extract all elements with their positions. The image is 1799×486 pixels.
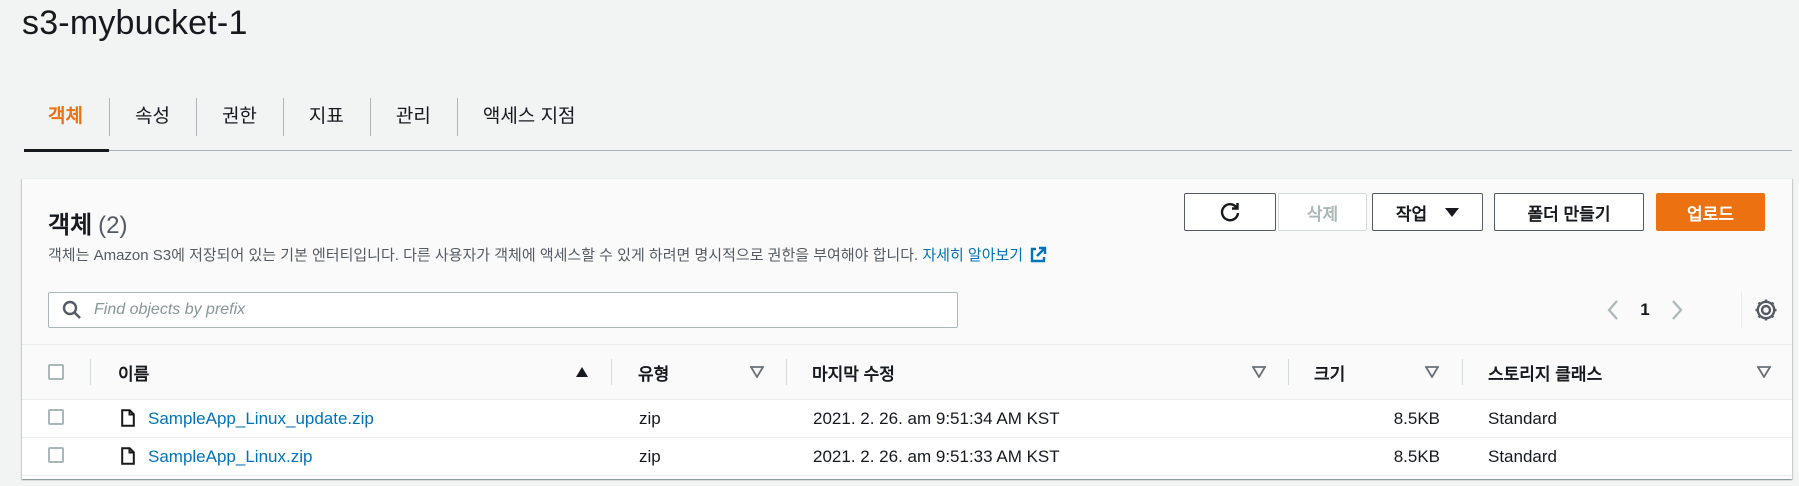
tab-access-points[interactable]: 액세스 지점 [456, 90, 602, 150]
sort-ascending-icon[interactable] [575, 366, 589, 378]
search-input[interactable] [92, 300, 896, 320]
object-size: 8.5KB [1393, 446, 1440, 466]
actions-button-label: 작업 [1395, 204, 1428, 224]
object-last-modified: 2021. 2. 26. am 9:51:33 AM KST [813, 446, 1060, 466]
column-header-storage-class[interactable]: 스토리지 클래스 [1488, 345, 1602, 399]
column-header-name[interactable]: 이름 [118, 345, 149, 399]
pager-divider [1741, 292, 1742, 328]
column-divider [1462, 359, 1463, 385]
current-page-number[interactable]: 1 [1626, 300, 1664, 320]
chevron-left-icon [1607, 300, 1618, 320]
gear-icon[interactable] [1752, 296, 1780, 324]
file-icon [121, 409, 135, 427]
column-divider [1288, 359, 1289, 385]
refresh-icon [1220, 203, 1240, 222]
objects-count: (2) [98, 212, 128, 239]
object-name-link[interactable]: SampleApp_Linux.zip [148, 438, 312, 475]
column-header-size-label: 크기 [1314, 364, 1346, 384]
refresh-button[interactable] [1184, 193, 1276, 231]
sort-descending-icon[interactable] [1757, 366, 1771, 378]
column-header-storage-class-label: 스토리지 클래스 [1488, 364, 1603, 384]
chevron-right-icon [1672, 300, 1683, 320]
row-checkbox[interactable] [48, 447, 64, 463]
upload-button[interactable]: 업로드 [1656, 193, 1765, 231]
pagination: 1 [1600, 292, 1690, 328]
column-header-last-modified[interactable]: 마지막 수정 [812, 345, 895, 399]
tab-metrics[interactable]: 지표 [282, 90, 370, 150]
objects-panel-title: 객체 (2) [48, 205, 128, 240]
create-folder-button[interactable]: 폴더 만들기 [1494, 193, 1644, 231]
objects-table: 이름 유형 마지막 수정 크기 스토리지 클래스 SampleApp_Linux… [22, 344, 1792, 476]
object-storage-class: Standard [1488, 408, 1557, 428]
tab-permissions[interactable]: 권한 [195, 90, 283, 150]
delete-button-label: 삭제 [1306, 204, 1339, 224]
learn-more-label: 자세히 알아보기 [922, 247, 1024, 264]
tab-properties-label: 속성 [134, 105, 170, 127]
object-storage-class: Standard [1488, 446, 1557, 466]
page-title: s3-mybucket-1 [22, 4, 248, 42]
create-folder-label: 폴더 만들기 [1527, 204, 1611, 224]
column-header-size[interactable]: 크기 [1314, 345, 1345, 399]
external-link-icon [1030, 246, 1047, 263]
select-all-checkbox[interactable] [48, 364, 64, 380]
row-checkbox[interactable] [48, 409, 64, 425]
table-header: 이름 유형 마지막 수정 크기 스토리지 클래스 [22, 344, 1792, 400]
next-page-button[interactable] [1664, 297, 1690, 323]
actions-dropdown-button[interactable]: 작업 [1372, 193, 1483, 231]
column-header-type-label: 유형 [638, 364, 670, 384]
caret-down-icon [1445, 207, 1460, 217]
column-divider [786, 359, 787, 385]
previous-page-button[interactable] [1600, 297, 1626, 323]
tab-objects[interactable]: 객체 [24, 90, 109, 152]
learn-more-link[interactable]: 자세히 알아보기 [922, 246, 1047, 264]
tab-management-label: 관리 [395, 105, 431, 127]
tab-objects-label: 객체 [48, 105, 83, 127]
column-header-last-modified-label: 마지막 수정 [812, 364, 895, 384]
file-icon [121, 447, 135, 465]
search-icon [62, 300, 81, 319]
column-divider [611, 359, 612, 385]
tab-access-points-label: 액세스 지점 [482, 105, 576, 127]
object-size: 8.5KB [1393, 408, 1440, 428]
object-type: zip [639, 408, 661, 428]
sort-descending-icon[interactable] [1425, 366, 1439, 378]
objects-panel-title-text: 객체 [48, 212, 93, 239]
tab-management[interactable]: 관리 [369, 90, 457, 150]
object-name[interactable]: SampleApp_Linux.zip [148, 447, 312, 467]
column-divider [90, 359, 91, 385]
sort-descending-icon[interactable] [750, 366, 764, 378]
upload-button-label: 업로드 [1687, 204, 1734, 224]
table-row[interactable]: SampleApp_Linux_update.zip zip 2021. 2. … [22, 400, 1792, 438]
description-text: 객체는 Amazon S3에 저장되어 있는 기본 엔터티입니다. 다른 사용자… [48, 247, 919, 264]
delete-button[interactable]: 삭제 [1278, 193, 1367, 231]
sort-descending-icon[interactable] [1252, 366, 1266, 378]
table-row[interactable]: SampleApp_Linux.zip zip 2021. 2. 26. am … [22, 438, 1792, 476]
objects-panel-description: 객체는 Amazon S3에 저장되어 있는 기본 엔터티입니다. 다른 사용자… [48, 244, 1047, 265]
object-name[interactable]: SampleApp_Linux_update.zip [148, 409, 374, 429]
object-name-link[interactable]: SampleApp_Linux_update.zip [148, 400, 374, 437]
column-header-type[interactable]: 유형 [638, 345, 669, 399]
column-header-name-label: 이름 [118, 364, 150, 384]
object-search-box [48, 292, 958, 328]
object-type: zip [639, 446, 661, 466]
tab-permissions-label: 권한 [221, 105, 257, 127]
object-last-modified: 2021. 2. 26. am 9:51:34 AM KST [813, 408, 1060, 428]
tab-properties[interactable]: 속성 [108, 90, 196, 150]
objects-panel: 객체 (2) 객체는 Amazon S3에 저장되어 있는 기본 엔터티입니다. … [22, 178, 1792, 479]
bucket-tabs: 객체 속성 권한 지표 관리 액세스 지점 [24, 90, 1792, 152]
objects-panel-header: 객체 (2) 객체는 Amazon S3에 저장되어 있는 기본 엔터티입니다. … [22, 179, 1792, 344]
tab-metrics-label: 지표 [308, 105, 344, 127]
